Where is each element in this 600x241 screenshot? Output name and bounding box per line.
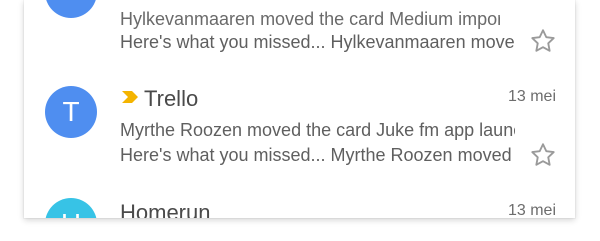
sender-avatar: T [45, 86, 97, 138]
mail-sender: Homerun [120, 200, 211, 218]
mail-snippet: Here's what you missed... Myrthe Roozen … [120, 145, 515, 165]
sender-avatar [45, 0, 97, 18]
mail-subject-preview: Myrthe Roozen moved the card Juke fm app… [120, 120, 515, 140]
mail-date: 13 mei [507, 202, 556, 218]
mail-list: Hylkevanmaaren moved the card Medium imp… [24, 0, 575, 218]
screen: Hylkevanmaaren moved the card Medium imp… [0, 0, 600, 241]
mail-subject-preview: Hylkevanmaaren moved the card Medium imp… [120, 9, 500, 29]
mail-sender: Trello [144, 86, 199, 111]
important-marker-icon [122, 91, 138, 103]
mail-date: 13 mei [507, 88, 556, 105]
mail-snippet: Here's what you missed... Hylkevanmaaren… [120, 32, 515, 52]
star-icon[interactable] [529, 27, 557, 55]
sender-avatar: H [45, 198, 97, 218]
star-icon[interactable] [529, 141, 557, 169]
